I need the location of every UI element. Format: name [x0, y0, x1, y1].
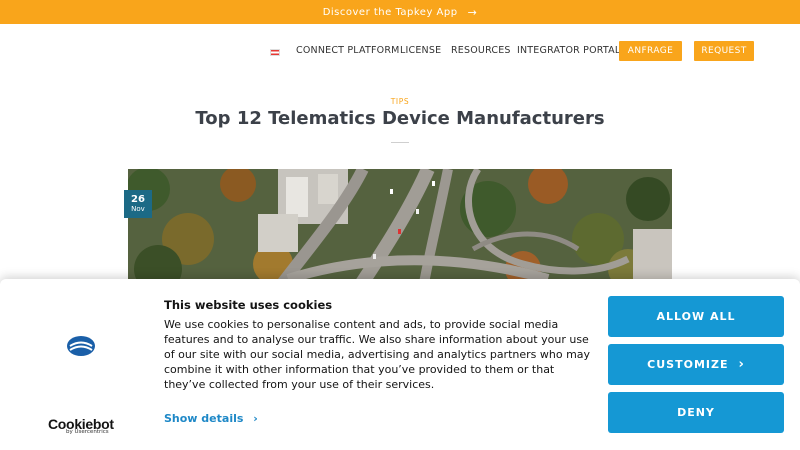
title-divider [391, 142, 409, 143]
request-button[interactable]: REQUEST [694, 41, 754, 61]
arrow-right-icon: → [467, 5, 478, 19]
customize-button[interactable]: CUSTOMIZE › [608, 344, 784, 385]
date-badge: 26 Nov [124, 190, 152, 218]
anfrage-button[interactable]: ANFRAGE [619, 41, 682, 61]
allow-all-button[interactable]: ALLOW ALL [608, 296, 784, 337]
date-month: Nov [131, 205, 145, 213]
hero-image [128, 169, 672, 289]
show-details-link[interactable]: Show details › [164, 412, 258, 425]
cookiebot-subtitle: by Usercentrics [66, 429, 109, 435]
show-details-label[interactable]: Show details [164, 412, 243, 425]
aerial-highway-illustration [128, 169, 672, 289]
chevron-right-icon: › [738, 357, 745, 372]
date-day: 26 [131, 194, 145, 205]
nav-resources[interactable]: RESOURCES [451, 45, 511, 56]
nav-connect-platform[interactable]: CONNECT PLATFORM [296, 45, 400, 56]
nav-license[interactable]: LICENSE [400, 45, 441, 56]
cookiebot-logo-icon [67, 336, 95, 356]
customize-label[interactable]: CUSTOMIZE [647, 358, 728, 371]
austria-flag-icon[interactable] [270, 49, 280, 56]
chevron-right-icon: › [253, 412, 258, 425]
app-promo-bar[interactable]: Discover the Tapkey App → [0, 0, 800, 24]
app-promo-text[interactable]: Discover the Tapkey App [323, 7, 458, 18]
main-navigation: CONNECT PLATFORM LICENSE RESOURCES INTEG… [0, 24, 800, 80]
nav-integrator-portal[interactable]: INTEGRATOR PORTAL [517, 45, 620, 56]
article-category[interactable]: TIPS [0, 97, 800, 106]
deny-button[interactable]: DENY [608, 392, 784, 433]
cookie-banner-title: This website uses cookies [164, 298, 333, 312]
cookie-banner-text: We use cookies to personalise content an… [164, 318, 591, 391]
page-title: Top 12 Telematics Device Manufacturers [195, 108, 605, 129]
